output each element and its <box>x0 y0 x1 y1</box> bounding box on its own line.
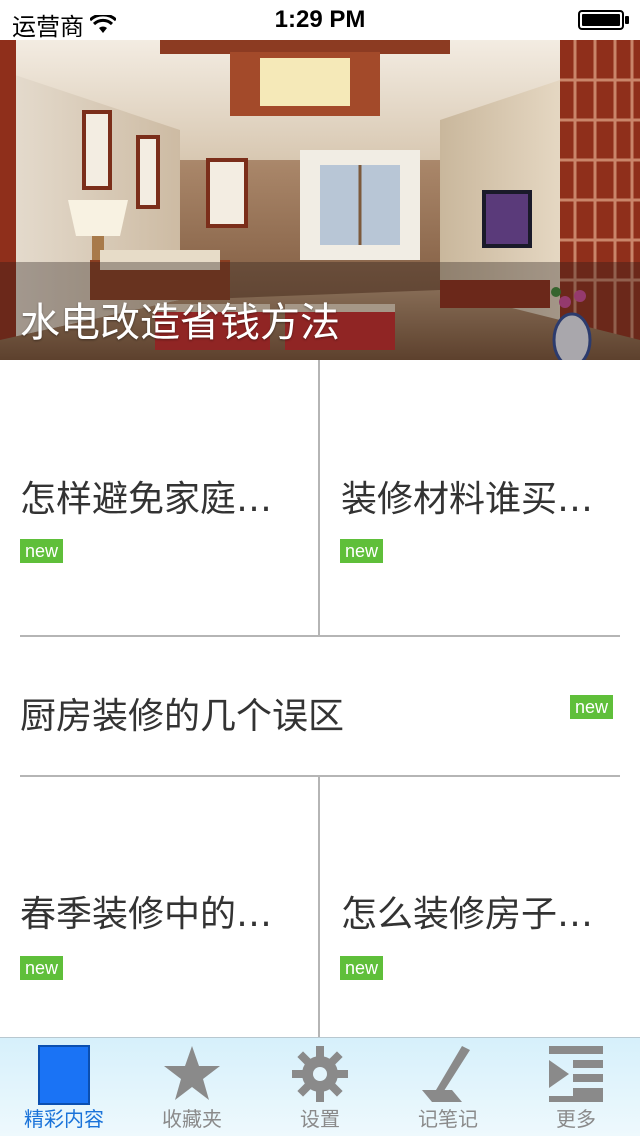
pen-icon <box>422 1046 470 1102</box>
article-title: 厨房装修的几个误区 <box>20 696 345 737</box>
star-icon <box>164 1046 220 1100</box>
new-badge: new <box>570 695 614 719</box>
article-card[interactable]: 怎么装修房子… new <box>320 777 640 1037</box>
status-bar: 运营商 1:29 PM <box>0 0 640 41</box>
article-card[interactable]: 装修材料谁买… new <box>320 360 640 636</box>
article-title: 春季装修中的… <box>20 894 273 935</box>
status-time: 1:29 PM <box>274 6 366 33</box>
tab-label: 设置 <box>300 1107 340 1131</box>
article-card[interactable]: 怎样避免家庭… new <box>0 360 318 636</box>
tab-settings[interactable]: 设置 <box>256 1038 384 1136</box>
screen: 运营商 1:29 PM 水电改造省钱方法 怎样避免家庭… new 装修材料谁买…… <box>0 0 640 1136</box>
featured-banner[interactable]: 水电改造省钱方法 <box>0 40 640 360</box>
grid-divider <box>318 777 320 1037</box>
tab-label: 更多 <box>556 1107 596 1131</box>
tab-featured[interactable]: 精彩内容 <box>0 1038 128 1136</box>
tab-bar: 精彩内容 收藏夹 设置 记笔记 更多 <box>0 1037 640 1136</box>
tab-label: 记笔记 <box>418 1107 478 1131</box>
page-icon <box>38 1045 90 1105</box>
article-title: 怎样避免家庭… <box>20 479 273 520</box>
tab-more[interactable]: 更多 <box>512 1038 640 1136</box>
tab-label: 收藏夹 <box>162 1107 222 1131</box>
banner-title: 水电改造省钱方法 <box>20 300 340 346</box>
new-badge: new <box>340 956 384 980</box>
grid-divider <box>318 360 320 636</box>
new-badge: new <box>20 539 64 563</box>
new-badge: new <box>340 539 384 563</box>
tab-notes[interactable]: 记笔记 <box>384 1038 512 1136</box>
article-card[interactable]: 春季装修中的… new <box>0 777 318 1037</box>
article-title: 装修材料谁买… <box>341 479 594 520</box>
article-row[interactable]: 厨房装修的几个误区 new <box>0 637 640 775</box>
new-badge: new <box>20 956 64 980</box>
tab-label: 精彩内容 <box>24 1107 104 1131</box>
tab-favorites[interactable]: 收藏夹 <box>128 1038 256 1136</box>
gear-icon <box>292 1046 348 1102</box>
article-title: 怎么装修房子… <box>341 894 594 935</box>
battery-icon <box>578 10 629 30</box>
list-icon <box>549 1046 603 1102</box>
